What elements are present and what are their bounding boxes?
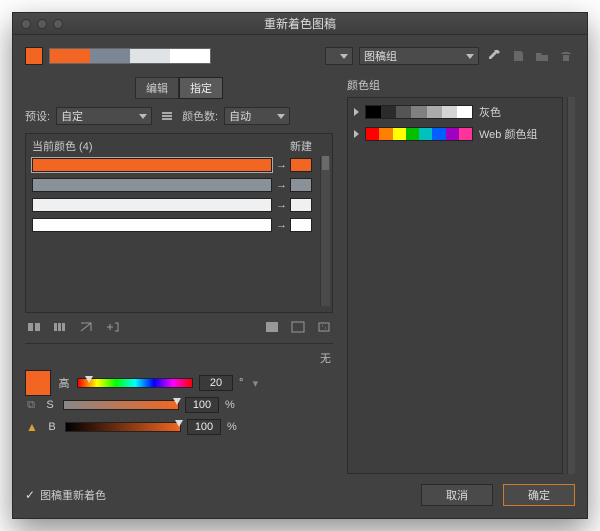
new-row-icon[interactable] [103, 319, 121, 335]
preset-options-icon[interactable] [158, 107, 176, 125]
hue-slider[interactable] [77, 378, 193, 388]
titlebar: 重新着色图稿 [13, 13, 587, 35]
limit-group-dropdown[interactable]: 图稿组 [359, 47, 479, 65]
arrow-right-icon: → [276, 179, 286, 191]
separate-icon[interactable] [51, 319, 69, 335]
limit-group-value: 图稿组 [364, 48, 397, 64]
sat-slider[interactable] [63, 400, 179, 410]
zoom-icon[interactable] [53, 19, 63, 29]
bri-slider[interactable] [65, 422, 181, 432]
tab-assign[interactable]: 指定 [179, 77, 223, 99]
trash-icon[interactable] [557, 47, 575, 65]
preset-small-dropdown[interactable] [325, 47, 353, 65]
chevron-down-icon [139, 114, 147, 119]
window-title: 重新着色图稿 [264, 15, 336, 32]
color-row[interactable]: → [32, 177, 312, 193]
ok-button[interactable]: 确定 [503, 484, 575, 506]
color-row[interactable]: → [32, 217, 312, 233]
minimize-icon[interactable] [37, 19, 47, 29]
recolor-artwork-label: 图稿重新着色 [40, 487, 106, 503]
hue-unit: ° [239, 377, 243, 389]
active-color-swatch[interactable] [25, 47, 43, 65]
disclosure-triangle-icon[interactable] [354, 130, 359, 138]
save-group-icon[interactable] [509, 47, 527, 65]
folder-icon[interactable] [533, 47, 551, 65]
link-icon[interactable]: ⧉ [25, 399, 37, 412]
current-colors-label: 当前颜色 (4) [32, 138, 93, 154]
sat-unit: % [225, 399, 235, 411]
bri-field[interactable]: 100 [187, 419, 221, 435]
color-mapping-panel: 当前颜色 (4) 新建 → → → → [25, 133, 333, 313]
close-icon[interactable] [21, 19, 31, 29]
out-of-gamut-icon[interactable]: ▲ [25, 420, 39, 434]
bri-label: B [45, 421, 59, 433]
cancel-button[interactable]: 取消 [421, 484, 493, 506]
checkmark-icon: ✓ [25, 488, 35, 502]
find-light-icon[interactable] [289, 319, 307, 335]
sat-label: S [43, 399, 57, 411]
mode-menu-icon[interactable]: ▾ [249, 377, 261, 390]
group-name: 灰色 [479, 104, 501, 120]
new-colors-label: 新建 [290, 138, 312, 154]
mode-tabs: 编辑 指定 [25, 77, 333, 99]
chevron-down-icon [277, 114, 285, 119]
find-dark-icon[interactable] [263, 319, 281, 335]
arrow-right-icon: → [276, 199, 286, 211]
chevron-down-icon [466, 54, 474, 59]
chevron-down-icon [340, 54, 348, 59]
color-groups-header: 颜色组 [347, 77, 575, 93]
hsb-swatch[interactable] [25, 370, 51, 396]
window-controls [21, 19, 63, 29]
recolor-artwork-checkbox[interactable]: ✓ 图稿重新着色 [25, 487, 106, 503]
eyedropper-icon[interactable] [485, 47, 503, 65]
color-groups-list: 灰色 Web 颜色组 [347, 97, 563, 474]
exclude-icon[interactable] [77, 319, 95, 335]
colorcount-dropdown[interactable]: 自动 [224, 107, 290, 125]
color-group-item[interactable]: Web 颜色组 [354, 126, 556, 142]
randomize-icon[interactable] [315, 319, 333, 335]
bri-unit: % [227, 421, 237, 433]
preset-dropdown[interactable]: 自定 [56, 107, 152, 125]
arrow-right-icon: → [276, 219, 286, 231]
preset-value: 自定 [61, 108, 83, 124]
group-swatch-strip [365, 105, 473, 119]
color-group-item[interactable]: 灰色 [354, 104, 556, 120]
tab-edit[interactable]: 编辑 [135, 77, 179, 99]
merge-icon[interactable] [25, 319, 43, 335]
color-row[interactable]: → [32, 197, 312, 213]
preset-label: 预设: [25, 108, 50, 124]
hue-field[interactable]: 20 [199, 375, 233, 391]
group-name: Web 颜色组 [479, 126, 537, 142]
arrow-right-icon: → [276, 159, 286, 171]
groups-scrollbar[interactable] [567, 97, 575, 474]
colorcount-label: 颜色数: [182, 108, 218, 124]
panel-scrollbar[interactable] [320, 156, 330, 306]
disclosure-triangle-icon[interactable] [354, 108, 359, 116]
sat-field[interactable]: 100 [185, 397, 219, 413]
color-row[interactable]: → [32, 157, 312, 173]
artwork-color-strip[interactable] [49, 48, 211, 64]
hue-label: 高 [57, 375, 71, 391]
none-label: 无 [25, 350, 331, 366]
group-swatch-strip [365, 127, 473, 141]
recolor-artwork-dialog: 重新着色图稿 图稿组 [12, 12, 588, 519]
colorcount-value: 自动 [229, 108, 251, 124]
